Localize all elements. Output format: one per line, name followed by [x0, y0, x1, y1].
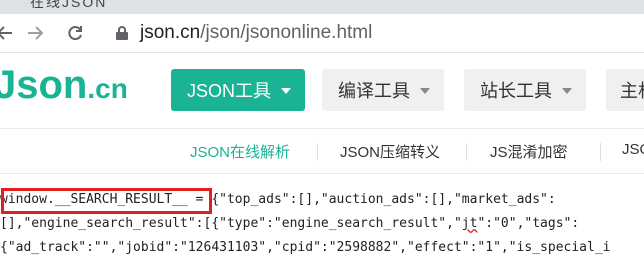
nav-json-tools-label: JSON工具 [187, 81, 272, 101]
logo-main: Json [0, 63, 88, 107]
tab-json-parse[interactable]: JSON在线解析 [190, 141, 290, 162]
tool-subtabs: JSON在线解析 JSON压缩转义 JS混淆加密 JSO [0, 129, 644, 174]
site-logo[interactable]: Json.cn [0, 63, 128, 108]
browser-tab-strip: 在线JSON [0, 0, 644, 14]
tab-js-obfuscate[interactable]: JS混淆加密 [490, 141, 568, 162]
nav-webmaster-tools[interactable]: 站长工具 [464, 69, 586, 111]
code-text: [],"engine_search_result":[{"type":"engi… [0, 216, 462, 231]
lock-icon[interactable] [112, 23, 132, 43]
tab-divider [600, 143, 601, 161]
browser-tab-title[interactable]: 在线JSON [30, 0, 107, 12]
tab-json-compress[interactable]: JSON压缩转义 [340, 141, 440, 162]
chevron-down-icon [562, 88, 572, 94]
nav-webmaster-tools-label: 站长工具 [480, 81, 552, 101]
code-line-3: {"ad_track":"","jobid":"126431103","cpid… [0, 239, 610, 257]
logo-suffix: .cn [87, 73, 128, 104]
tab-divider [466, 143, 467, 161]
chevron-down-icon [420, 88, 430, 94]
back-arrow-icon[interactable] [0, 20, 18, 46]
address-bar-url[interactable]: json.cn/json/jsononline.html [140, 23, 372, 43]
nav-compile-tools-label: 编译工具 [338, 81, 410, 101]
tab-json-more[interactable]: JSO [622, 141, 644, 158]
nav-host[interactable]: 主机 [606, 69, 644, 111]
tab-divider [317, 143, 318, 161]
code-text: {"top_ads":[],"auction_ads":[],"market_a… [203, 192, 556, 207]
code-text: ":"0","tags": [477, 216, 580, 231]
forward-arrow-icon[interactable] [22, 20, 48, 46]
browser-toolbar: json.cn/json/jsononline.html [0, 14, 644, 53]
code-line-2: [],"engine_search_result":[{"type":"engi… [0, 215, 579, 233]
nav-compile-tools[interactable]: 编译工具 [322, 69, 444, 111]
nav-host-label: 主机 [620, 81, 644, 101]
reload-icon[interactable] [62, 20, 88, 46]
json-input-area[interactable]: window.__SEARCH_RESULT__ = {"top_ads":[]… [0, 174, 644, 255]
url-domain: json.cn [140, 22, 201, 43]
site-header: Json.cn JSON工具 编译工具 站长工具 主机 [0, 53, 644, 129]
nav-json-tools[interactable]: JSON工具 [171, 69, 306, 111]
url-path: /json/jsononline.html [200, 22, 373, 43]
spellcheck-underline: jt [461, 216, 478, 231]
annotation-red-box [1, 188, 212, 214]
chevron-down-icon [281, 88, 292, 94]
